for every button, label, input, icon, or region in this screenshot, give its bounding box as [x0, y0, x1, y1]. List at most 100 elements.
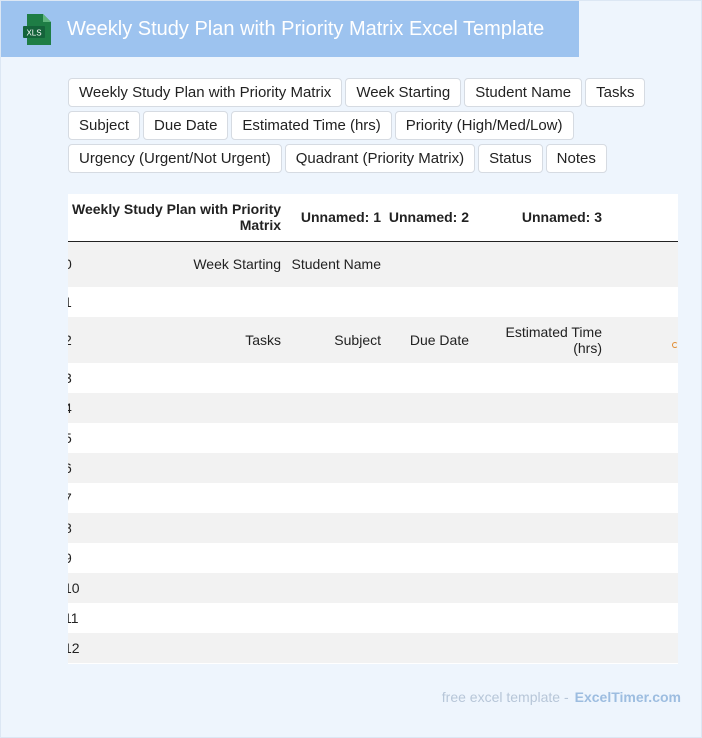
table-cell[interactable]	[387, 393, 478, 423]
table-cell[interactable]	[287, 423, 387, 453]
table-cell[interactable]	[287, 393, 387, 423]
table-row: 3	[68, 363, 678, 393]
table-cell[interactable]: Week Starting	[72, 241, 287, 287]
table-cell[interactable]	[387, 287, 478, 317]
table-cell[interactable]	[610, 453, 678, 483]
table-cell[interactable]	[387, 573, 478, 603]
table-cell[interactable]	[387, 453, 478, 483]
table-cell[interactable]	[72, 513, 287, 543]
table-cell[interactable]	[72, 543, 287, 573]
tag-chip[interactable]: Student Name	[464, 78, 583, 107]
table-cell[interactable]	[387, 241, 478, 287]
table-cell[interactable]	[478, 573, 610, 603]
table-cell[interactable]	[478, 513, 610, 543]
table-cell[interactable]	[610, 363, 678, 393]
table-cell[interactable]: Subject	[287, 317, 387, 363]
table-cell[interactable]	[478, 633, 610, 663]
table-cell[interactable]	[478, 453, 610, 483]
table-cell[interactable]	[387, 363, 478, 393]
tag-chip[interactable]: Subject	[68, 111, 141, 140]
tag-chip[interactable]: Priority (High/Med/Low)	[394, 111, 574, 140]
table-cell[interactable]	[478, 543, 610, 573]
cell-marker-icon	[672, 341, 678, 348]
table-cell[interactable]	[610, 317, 678, 363]
table-cell[interactable]	[72, 603, 287, 633]
table-row: 4	[68, 393, 678, 423]
table-cell[interactable]	[478, 241, 610, 287]
excel-icon-label: XLS	[26, 29, 41, 38]
table-cell[interactable]	[610, 633, 678, 663]
table-cell[interactable]	[478, 483, 610, 513]
tag-chip[interactable]: Tasks	[585, 78, 646, 107]
table-cell[interactable]	[610, 241, 678, 287]
table-cell[interactable]	[72, 363, 287, 393]
table-cell[interactable]	[478, 393, 610, 423]
table-cell[interactable]	[287, 513, 387, 543]
footer-credit: free excel template - ExcelTimer.com	[442, 689, 681, 705]
table-cell[interactable]	[387, 423, 478, 453]
table-cell[interactable]	[287, 287, 387, 317]
tag-chip[interactable]: Status	[478, 144, 543, 173]
footer-prefix: free excel template -	[441, 689, 569, 705]
table-cell[interactable]	[610, 513, 678, 543]
table-row: 2TasksSubjectDue DateEstimated Time (hrs…	[68, 317, 678, 363]
table-cell[interactable]	[610, 603, 678, 633]
column-header: Unnamed: 2	[387, 194, 478, 242]
table-cell[interactable]	[387, 513, 478, 543]
table-cell[interactable]	[478, 423, 610, 453]
title-banner: XLS Weekly Study Plan with Priority Matr…	[1, 1, 579, 57]
table-cell[interactable]	[72, 483, 287, 513]
table-cell[interactable]	[287, 453, 387, 483]
page-title: Weekly Study Plan with Priority Matrix E…	[67, 18, 545, 40]
table-cell[interactable]	[610, 393, 678, 423]
tag-chip[interactable]: Urgency (Urgent/Not Urgent)	[68, 144, 282, 173]
column-header	[610, 194, 678, 242]
excel-file-icon: XLS	[23, 14, 51, 45]
table-row: 12	[68, 633, 678, 663]
table-cell[interactable]	[287, 603, 387, 633]
tag-chip[interactable]: Notes	[545, 144, 607, 173]
table-cell[interactable]: Tasks	[72, 317, 287, 363]
table-cell[interactable]	[287, 573, 387, 603]
table-row: 6	[68, 453, 678, 483]
table-cell[interactable]	[287, 633, 387, 663]
table-cell[interactable]	[610, 483, 678, 513]
table-cell[interactable]	[287, 543, 387, 573]
table-cell[interactable]	[287, 363, 387, 393]
table-cell[interactable]	[610, 423, 678, 453]
table-header-row: Weekly Study Plan with Priority Matrix U…	[68, 194, 678, 242]
footer-brand-link[interactable]: ExcelTimer.com	[575, 689, 681, 705]
table-cell[interactable]	[387, 483, 478, 513]
table-cell[interactable]	[72, 423, 287, 453]
tag-chip[interactable]: Weekly Study Plan with Priority Matrix	[68, 78, 343, 107]
data-table-viewport[interactable]: Weekly Study Plan with Priority Matrix U…	[68, 194, 678, 664]
tag-chip[interactable]: Due Date	[143, 111, 229, 140]
column-header: Unnamed: 3	[478, 194, 610, 242]
table-cell[interactable]	[72, 633, 287, 663]
table-cell[interactable]: Estimated Time (hrs)	[478, 317, 610, 363]
table-cell[interactable]	[478, 603, 610, 633]
table-cell[interactable]	[387, 543, 478, 573]
table-cell[interactable]	[72, 573, 287, 603]
table-cell[interactable]	[478, 363, 610, 393]
table-cell[interactable]	[72, 453, 287, 483]
table-cell[interactable]: Due Date	[387, 317, 478, 363]
tag-chip[interactable]: Week Starting	[345, 78, 462, 107]
table-row: 8	[68, 513, 678, 543]
table-row: 10	[68, 573, 678, 603]
table-row: 1	[68, 287, 678, 317]
table-cell[interactable]	[478, 287, 610, 317]
table-cell[interactable]	[610, 573, 678, 603]
table-cell[interactable]	[72, 287, 287, 317]
table-cell[interactable]	[387, 633, 478, 663]
table-cell[interactable]	[287, 483, 387, 513]
column-tag-list: Weekly Study Plan with Priority Matrix W…	[68, 78, 668, 173]
tag-chip[interactable]: Estimated Time (hrs)	[231, 111, 392, 140]
table-cell[interactable]	[610, 543, 678, 573]
tag-chip[interactable]: Quadrant (Priority Matrix)	[284, 144, 476, 173]
table-cell[interactable]	[387, 603, 478, 633]
table-cell[interactable]	[610, 287, 678, 317]
table-cell[interactable]: Student Name	[287, 241, 387, 287]
table-row: 7	[68, 483, 678, 513]
table-cell[interactable]	[72, 393, 287, 423]
